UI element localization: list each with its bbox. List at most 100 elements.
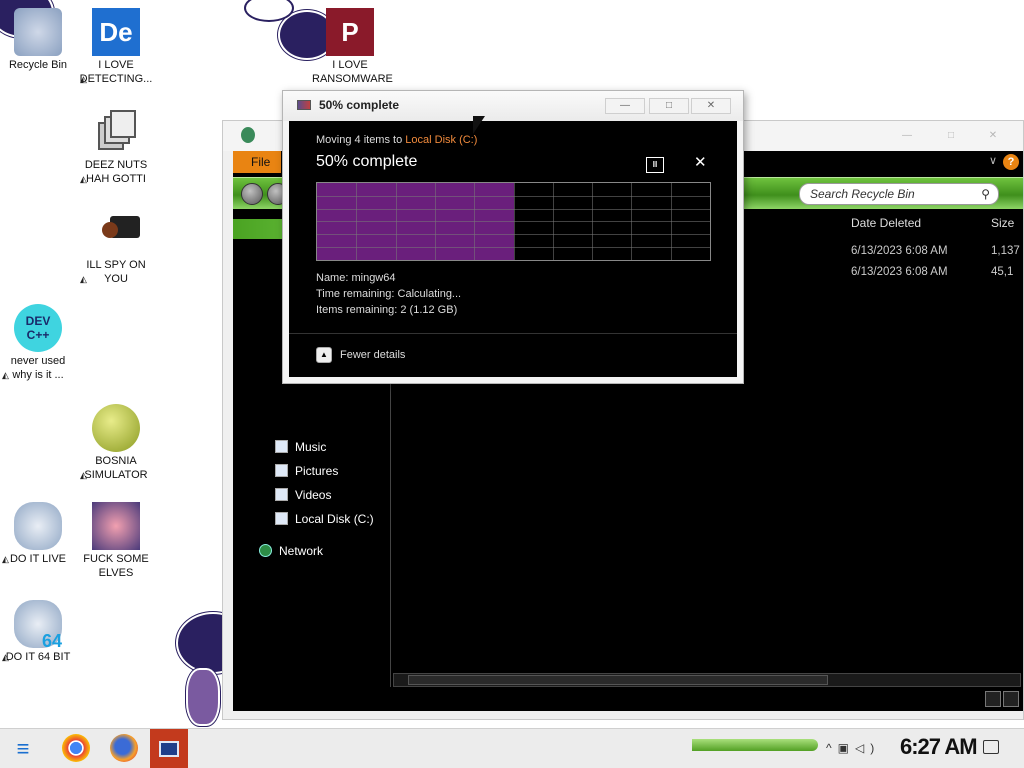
volume-icon[interactable]: ◁) [855, 741, 880, 755]
scrollbar-thumb[interactable] [408, 675, 828, 685]
network-icon[interactable]: ▣ [838, 741, 855, 755]
column-header-size[interactable]: Size [991, 211, 1014, 235]
ransomware-icon: P [326, 8, 374, 56]
mouse-pointer-icon [473, 116, 485, 134]
graph-gridline [317, 195, 710, 197]
nav-item-label: Pictures [295, 464, 339, 478]
dev-cpp-icon: DEV C++ [14, 304, 62, 352]
desktop-icon-do-it-live[interactable]: ◭ DO IT LIVE [0, 502, 76, 566]
desktop-icon-label: DO IT 64 BIT [5, 651, 71, 663]
desktop-icon-fuck-some-elves[interactable]: FUCK SOME ELVES [78, 502, 154, 580]
items-remaining-row: Items remaining: 2 (1.12 GB) [316, 304, 457, 316]
dialog-minimize-button[interactable]: — [605, 98, 645, 114]
preview-view-icon[interactable] [1003, 691, 1019, 707]
shortcut-arrow-icon: ◭ [80, 470, 87, 480]
details-view-icon[interactable] [985, 691, 1001, 707]
nav-item-label: Local Disk (C:) [295, 512, 374, 526]
chevron-down-icon[interactable]: ∨ [989, 154, 997, 167]
desktop-icon-do-it-64-bit[interactable]: 64 ◭ DO IT 64 BIT [0, 600, 76, 664]
desktop-icon-label: DEEZ NUTS HAH GOTTI [84, 159, 148, 185]
recycle-bin-icon [14, 8, 62, 56]
explorer-app-icon [241, 127, 255, 143]
dialog-maximize-button[interactable]: □ [649, 98, 689, 114]
file-explorer-taskbar-button[interactable] [150, 729, 188, 768]
elves-art-icon [92, 502, 140, 550]
desktop-icon-ill-spy-on-you[interactable]: ◭ ILL SPY ON YOU [78, 208, 154, 286]
decor-figure [186, 668, 220, 726]
notifications-icon[interactable] [983, 740, 999, 754]
chrome-icon[interactable] [62, 734, 90, 762]
name-label: Name: [316, 272, 352, 284]
name-row: Name: mingw64 [316, 272, 396, 284]
graph-gridline [317, 234, 710, 236]
system-tray: ^▣◁) [826, 741, 880, 755]
shortcut-arrow-icon: ◭ [80, 274, 87, 284]
taskbar-clock[interactable]: 6:27 AM [900, 734, 978, 760]
cancel-icon[interactable]: ✕ [694, 155, 707, 171]
row-size: 45,1 [991, 266, 1014, 278]
time-remaining-row: Time remaining: Calculating... [316, 288, 461, 300]
nav-item-videos[interactable]: Videos [271, 485, 331, 505]
desktop-icon-label: Recycle Bin [8, 59, 68, 71]
row-date-deleted: 6/13/2023 6:08 AM [851, 245, 948, 257]
desktop-icon-i-love-detecting[interactable]: De ◭ I LOVE DETECTING... [78, 8, 154, 86]
file-move-dialog: 50% complete — □ ✕ Moving 4 items to Loc… [282, 90, 744, 384]
dialog-body: Moving 4 items to Local Disk (C:) 50% co… [289, 121, 737, 377]
desktop-icon-dev-cpp[interactable]: DEV C++ ◭ never used why is it ... [0, 304, 76, 382]
horizontal-scrollbar[interactable] [393, 673, 1021, 687]
time-label: Time remaining: [316, 288, 398, 300]
moving-summary: Moving 4 items to Local Disk (C:) [316, 134, 477, 146]
minimize-button[interactable]: — [889, 127, 925, 145]
dialog-titlebar: 50% complete — □ ✕ [283, 91, 743, 121]
row-size: 1,137 [991, 245, 1020, 257]
desktop-icon-bosnia-simulator[interactable]: ◭ BOSNIA SIMULATOR [78, 404, 154, 482]
search-icon[interactable]: ⚲ [981, 184, 990, 204]
maximize-button[interactable]: □ [933, 127, 969, 145]
pause-button[interactable]: II [646, 157, 664, 173]
progress-graph [316, 182, 711, 261]
desktop-icon-deez-nuts[interactable]: ◭ DEEZ NUTS HAH GOTTI [78, 108, 154, 186]
portrait-icon [14, 502, 62, 550]
destination-link[interactable]: Local Disk (C:) [405, 134, 477, 146]
close-button[interactable]: ✕ [975, 127, 1011, 145]
videos-icon [275, 488, 288, 501]
desktop-icon-recycle-bin[interactable]: Recycle Bin [0, 8, 76, 72]
nav-item-network[interactable]: Network [255, 541, 323, 561]
dialog-close-button[interactable]: ✕ [691, 98, 731, 114]
firefox-icon[interactable] [110, 734, 138, 762]
search-input[interactable]: Search Recycle Bin ⚲ [799, 183, 999, 205]
chevron-up-icon: ▲ [316, 347, 332, 363]
decorative-strip [692, 739, 818, 751]
moving-text: Moving 4 items to [316, 134, 406, 146]
progress-headline: 50% complete [316, 153, 418, 170]
desktop-icon-label: never used why is it ... [10, 355, 66, 381]
shortcut-arrow-icon: ◭ [2, 652, 9, 662]
chevron-up-icon[interactable]: ^ [826, 741, 838, 755]
graph-gridline [317, 247, 710, 249]
drive-icon [275, 512, 288, 525]
items-value: 2 (1.12 GB) [400, 304, 458, 316]
fewer-details-button[interactable]: ▲ Fewer details [316, 347, 405, 363]
desktop-icon-label: BOSNIA SIMULATOR [84, 455, 148, 481]
deep-freeze-icon: De [92, 8, 140, 56]
row-date-deleted: 6/13/2023 6:08 AM [851, 266, 948, 278]
back-button[interactable] [241, 183, 263, 205]
help-icon[interactable]: ? [1003, 154, 1019, 170]
nav-item-local-disk[interactable]: Local Disk (C:) [271, 509, 374, 529]
desktop-icon-label: DO IT LIVE [9, 553, 67, 565]
dialog-divider [289, 333, 737, 334]
file-menu[interactable]: File [233, 151, 281, 173]
spy-camera-icon [92, 208, 140, 256]
status-bar [233, 687, 1023, 711]
column-header-date-deleted[interactable]: Date Deleted [851, 211, 921, 235]
nav-item-pictures[interactable]: Pictures [271, 461, 338, 481]
fewer-details-label: Fewer details [340, 349, 406, 361]
items-label: Items remaining: [316, 304, 401, 316]
nav-item-label: Videos [295, 488, 332, 502]
desktop-icon-i-love-ransomware[interactable]: P I LOVE RANSOMWARE [312, 8, 393, 86]
search-placeholder: Search Recycle Bin [810, 187, 915, 201]
desktop-icon-label: I LOVE RANSOMWARE [312, 59, 393, 85]
network-icon [259, 544, 272, 557]
start-button[interactable]: ≡ [6, 733, 40, 765]
nav-item-music[interactable]: Music [271, 437, 326, 457]
